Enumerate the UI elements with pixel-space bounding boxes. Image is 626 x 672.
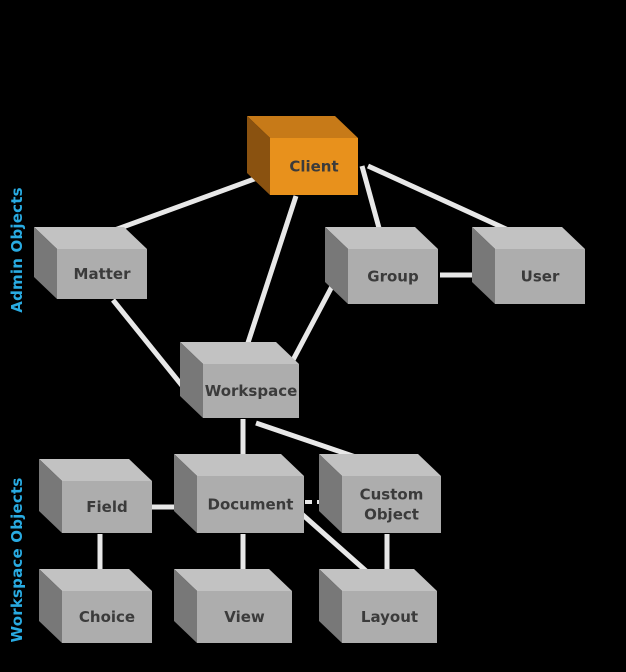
node-label-matter: Matter	[74, 265, 132, 283]
node-label-user: User	[521, 267, 560, 285]
node-label-layout: Layout	[361, 608, 418, 626]
node-layout[interactable]: Layout	[319, 569, 437, 643]
node-view[interactable]: View	[174, 569, 292, 643]
node-field[interactable]: Field	[39, 459, 152, 533]
node-label-client: Client	[289, 157, 338, 175]
diagram-canvas: Client Matter Group User Workspace Field Docum…	[0, 0, 626, 672]
section-label-workspace-objects: Workspace Objects	[8, 478, 26, 643]
section-label-admin-objects: Admin Objects	[8, 187, 26, 312]
nodes-layer: Client Matter Group User Workspace Field Docum…	[34, 116, 585, 643]
node-group[interactable]: Group	[325, 227, 438, 304]
section-labels-layer: Admin Objects Workspace Objects	[8, 187, 26, 642]
node-choice[interactable]: Choice	[39, 569, 152, 643]
node-label-field: Field	[86, 498, 127, 516]
node-workspace[interactable]: Workspace	[180, 342, 299, 418]
node-label-workspace: Workspace	[205, 382, 298, 400]
node-label-view: View	[224, 608, 265, 626]
node-user[interactable]: User	[472, 227, 585, 304]
node-label-group: Group	[367, 267, 419, 285]
node-custom-object[interactable]: Custom Object	[319, 454, 441, 533]
connections-layer	[89, 163, 530, 588]
node-document[interactable]: Document	[174, 454, 304, 533]
node-client[interactable]: Client	[247, 116, 358, 195]
node-label-choice: Choice	[79, 608, 135, 626]
connector-client-workspace	[240, 195, 299, 359]
node-matter[interactable]: Matter	[34, 227, 147, 299]
node-label-document: Document	[208, 495, 294, 513]
object-model-diagram: Client Matter Group User Workspace Field Docum…	[8, 116, 585, 643]
